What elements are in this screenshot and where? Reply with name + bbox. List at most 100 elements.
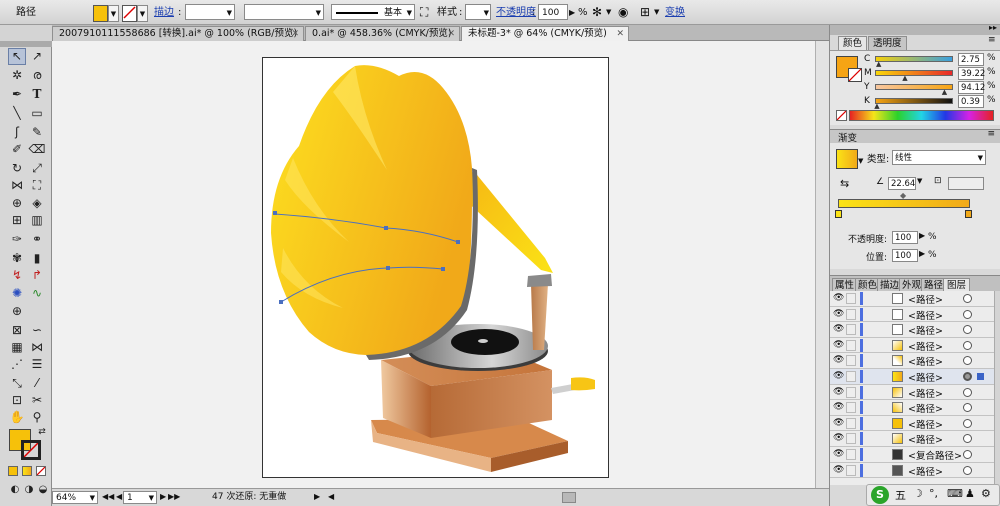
panel-header-bar[interactable]: ▸▸	[830, 23, 1000, 35]
paintbrush-tool-icon[interactable]: ʃ	[8, 124, 26, 141]
channel-y-slider[interactable]: ▲	[875, 84, 953, 96]
target-circle-icon[interactable]	[963, 340, 972, 350]
selection-tool-icon[interactable]: ↖	[8, 48, 26, 65]
fill-swatch[interactable]	[93, 5, 108, 22]
anchor-point[interactable]	[273, 211, 277, 215]
chevron-down-icon[interactable]: ▼	[858, 157, 863, 165]
gradient-panel-header[interactable]: 渐变 ≡	[830, 129, 1000, 144]
lock-toggle[interactable]	[846, 308, 856, 320]
stroke-swatch[interactable]	[122, 5, 137, 22]
status-menu-arrow[interactable]: ▶	[314, 491, 320, 504]
slider-thumb-icon[interactable]: ▲	[876, 60, 881, 68]
canvas-area[interactable]	[52, 41, 829, 488]
doc-tab-1[interactable]: 2007910111558686 [转换].ai* @ 100% (RGB/预览…	[52, 26, 304, 41]
warp-tool-icon[interactable]: ∿	[28, 285, 46, 302]
chevron-down-icon[interactable]: ▼	[606, 4, 611, 21]
keyboard-icon[interactable]: ⌨	[947, 487, 963, 500]
recolor-icon[interactable]: ✻	[592, 4, 602, 21]
next-page-icon[interactable]: ▶	[160, 491, 166, 504]
prev-page-icon[interactable]: ◀	[116, 491, 122, 504]
rectangle-tool-icon[interactable]: ▭	[28, 105, 46, 122]
lock-toggle[interactable]	[846, 433, 856, 445]
graphic-style-picker[interactable]: ▼	[465, 4, 491, 20]
color-spectrum-bar[interactable]	[849, 110, 994, 121]
image-trace-tool-icon[interactable]: ⊠	[8, 322, 26, 339]
tab-color[interactable]: 颜色	[838, 36, 868, 50]
type-tool-icon[interactable]: T	[28, 86, 46, 103]
mesh-tool-icon[interactable]: ⋈	[28, 339, 46, 356]
stroke-color-box[interactable]	[21, 440, 41, 460]
settings-icon[interactable]: ⚙	[981, 487, 991, 500]
channel-m-slider[interactable]: ▲	[875, 70, 953, 82]
reverse-gradient-icon[interactable]: ⇆	[840, 177, 849, 190]
measure-tool-icon[interactable]: ⤡	[8, 375, 26, 392]
lock-toggle[interactable]	[846, 339, 856, 351]
lock-toggle[interactable]	[846, 417, 856, 429]
ime-logo-icon[interactable]: S	[871, 486, 889, 504]
visibility-eye-icon[interactable]: 👁	[833, 387, 844, 397]
channel-k-slider[interactable]: ▲	[874, 98, 953, 110]
artboard[interactable]	[262, 57, 609, 478]
pen-tool-icon[interactable]: ✒	[8, 86, 26, 103]
gradient-type-select[interactable]: 线性 ▼	[892, 150, 986, 165]
target-circle-icon[interactable]	[963, 403, 972, 413]
user-icon[interactable]: ♟	[965, 487, 975, 500]
stop-location-field[interactable]: 100	[892, 249, 918, 262]
visibility-eye-icon[interactable]: 👁	[833, 449, 844, 459]
column-graph-tool-icon[interactable]: ▮	[28, 250, 46, 267]
perspective-grid-tool-icon[interactable]: ⊞	[8, 212, 26, 229]
line-tool-icon[interactable]: ╲	[8, 105, 26, 122]
slider-thumb-icon[interactable]: ▲	[902, 74, 907, 82]
stroke-weight-field[interactable]: ▼	[185, 4, 235, 20]
blend-tool-icon[interactable]: ⚭	[28, 231, 46, 248]
graph-tool-icon[interactable]: ▦	[8, 339, 26, 356]
live-paint-tool-icon[interactable]: ◈	[28, 195, 46, 212]
channel-c-field[interactable]: 2.75	[958, 53, 984, 66]
target-circle-icon[interactable]	[963, 356, 972, 366]
chevron-right-icon[interactable]: ▶	[919, 231, 925, 240]
layers-scrollbar[interactable]	[994, 291, 1000, 485]
target-circle-icon[interactable]	[963, 372, 972, 381]
gradient-mesh-tool-icon[interactable]: ▥	[28, 212, 46, 229]
gradient-angle-field[interactable]: 22.64	[888, 177, 916, 190]
layer-row[interactable]: 👁 <路径>	[830, 431, 994, 447]
lock-toggle[interactable]	[846, 371, 856, 382]
channel-y-field[interactable]: 94.12	[958, 81, 985, 94]
target-circle-icon[interactable]	[963, 418, 972, 428]
blob-brush-tool-icon[interactable]: ✐	[8, 141, 26, 158]
opacity-field[interactable]: 100	[538, 4, 568, 20]
scissors-tool-icon[interactable]: ✂	[28, 392, 46, 409]
draw-inside-icon[interactable]: ◒	[34, 481, 52, 498]
lock-toggle[interactable]	[846, 464, 856, 476]
panel-menu-icon[interactable]: ≡	[987, 129, 995, 139]
tab-attributes[interactable]: 属性	[832, 278, 858, 292]
gradient-mode-button[interactable]	[22, 466, 32, 476]
chevron-down-icon[interactable]: ▼	[654, 4, 659, 21]
eraser-tool-icon[interactable]: ⌫	[28, 141, 46, 158]
lock-toggle[interactable]	[846, 449, 856, 460]
lock-toggle[interactable]	[846, 402, 856, 414]
collapse-icon[interactable]: ▸▸	[989, 23, 997, 32]
visibility-eye-icon[interactable]: 👁	[833, 433, 844, 443]
symbol-sprayer-tool-icon[interactable]: ✾	[8, 250, 26, 267]
artboard-crop-icon[interactable]: ⊡	[8, 392, 26, 409]
layer-row-selected[interactable]: 👁 <路径>	[830, 369, 994, 385]
layer-row[interactable]: 👁 <路径>	[830, 307, 994, 323]
doc-tab-2[interactable]: 0.ai* @ 458.36% (CMYK/预览) ✕	[305, 26, 460, 41]
first-page-icon[interactable]: ◀◀	[102, 491, 114, 504]
lasso-tool-icon[interactable]: ര	[28, 67, 46, 84]
stroke-dropdown[interactable]: ▼	[137, 5, 148, 22]
visibility-eye-icon[interactable]: 👁	[833, 309, 844, 319]
width-tool-icon[interactable]: ⋈	[8, 177, 26, 194]
gradient-slider[interactable]	[838, 199, 970, 208]
target-circle-icon[interactable]	[963, 450, 972, 459]
chevron-right-icon[interactable]: ▶	[919, 249, 925, 258]
page-field[interactable]: 1 ▼	[123, 491, 157, 504]
slice-tool-icon[interactable]: ↱	[28, 267, 46, 284]
scale-tool-icon[interactable]: ⤢	[28, 160, 46, 177]
visibility-eye-icon[interactable]: 👁	[833, 465, 844, 475]
globe-icon[interactable]: ◉	[618, 4, 628, 21]
fill-dropdown[interactable]: ▼	[108, 5, 119, 22]
transform-link[interactable]: 变换	[665, 4, 685, 21]
layer-row[interactable]: 👁 <路径>	[830, 416, 994, 432]
